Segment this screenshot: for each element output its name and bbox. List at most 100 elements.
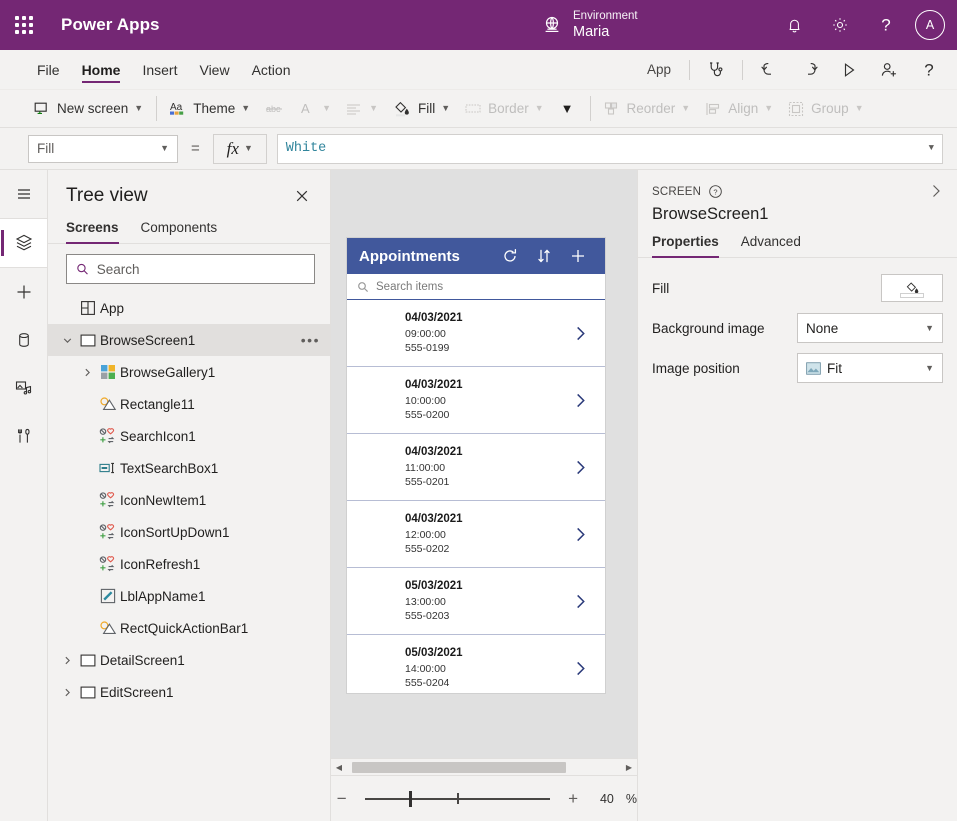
tree-caret-toggle[interactable] — [58, 335, 76, 346]
tree-item-context-menu-button[interactable]: ••• — [301, 332, 320, 348]
gallery-row-chevron-right-icon[interactable] — [563, 392, 597, 409]
tab-screens[interactable]: Screens — [66, 216, 119, 243]
gallery-row-time: 14:00:00 — [405, 662, 563, 676]
expand-panel-button[interactable] — [927, 182, 945, 200]
fx-button[interactable]: fx ▼ — [213, 134, 267, 164]
tree-item-detailscreen1[interactable]: DetailScreen1 — [48, 644, 330, 676]
ribbon-toolbar: New screen ▼ Aa Theme ▼ abc — [0, 90, 957, 128]
background-image-dropdown[interactable]: None ▼ — [797, 313, 943, 343]
gallery-row[interactable]: 04/03/202109:00:00555-0199 — [347, 300, 605, 367]
tree-caret-toggle[interactable] — [78, 367, 96, 378]
fill-property-label: Fill — [652, 281, 881, 296]
zoom-in-button[interactable]: + — [562, 790, 584, 807]
zoom-slider[interactable] — [365, 789, 551, 809]
menu-item-insert[interactable]: Insert — [131, 50, 188, 89]
tree-item-iconsortupdown1[interactable]: IconSortUpDown1 — [48, 516, 330, 548]
tree-item-rectquickactionbar1[interactable]: RectQuickActionBar1 — [48, 612, 330, 644]
tree-item-editscreen1[interactable]: EditScreen1 — [48, 676, 330, 708]
add-icon — [569, 247, 587, 265]
tree-caret-toggle[interactable] — [58, 687, 76, 698]
scroll-thumb[interactable] — [352, 762, 566, 773]
rail-media[interactable] — [0, 364, 47, 412]
help-button[interactable]: ? — [863, 0, 909, 50]
rail-tree-view[interactable] — [0, 219, 47, 267]
chevron-down-icon: ▼ — [244, 144, 253, 153]
close-button[interactable] — [290, 184, 314, 208]
tab-properties[interactable]: Properties — [652, 234, 719, 257]
image-position-dropdown[interactable]: Fit ▼ — [797, 353, 943, 383]
scroll-left-icon[interactable]: ◀ — [331, 763, 347, 772]
gallery-row[interactable]: 05/03/202113:00:00555-0203 — [347, 568, 605, 635]
rail-advanced-tools[interactable] — [0, 412, 47, 460]
rail-menu-toggle[interactable] — [0, 170, 47, 218]
add-button[interactable] — [561, 247, 595, 265]
property-selector[interactable]: Fill ▼ — [28, 135, 178, 163]
app-preview[interactable]: Appointments — [347, 238, 605, 693]
tree-caret-toggle[interactable] — [58, 655, 76, 666]
app-launcher-button[interactable] — [0, 16, 48, 34]
tree-item-browsegallery1[interactable]: BrowseGallery1 — [48, 356, 330, 388]
gallery-row-chevron-right-icon[interactable] — [563, 660, 597, 677]
menu-item-home[interactable]: Home — [71, 50, 132, 89]
zoom-slider-thumb[interactable] — [409, 791, 412, 807]
gallery-icon — [96, 364, 120, 380]
zoom-out-button[interactable]: − — [331, 790, 353, 807]
app-title: Appointments — [359, 248, 493, 265]
undo-button[interactable] — [749, 50, 789, 89]
tree-item-iconrefresh1[interactable]: IconRefresh1 — [48, 548, 330, 580]
tree-search-input[interactable] — [97, 262, 305, 277]
image-position-label: Image position — [652, 361, 797, 376]
tab-components[interactable]: Components — [141, 216, 218, 243]
refresh-button[interactable] — [493, 247, 527, 265]
product-brand[interactable]: Power Apps — [48, 15, 160, 35]
canvas-horizontal-scrollbar[interactable]: ◀ ▶ — [331, 758, 637, 775]
tree-item-app[interactable]: App — [48, 292, 330, 324]
tree-item-textsearchbox1[interactable]: TextSearchBox1 — [48, 452, 330, 484]
app-header-bar[interactable]: Appointments — [347, 238, 605, 274]
gallery-row-date: 04/03/2021 — [405, 377, 563, 394]
app-gallery[interactable]: 04/03/202109:00:00555-019904/03/202110:0… — [347, 300, 605, 693]
chevron-down-icon[interactable]: ▼ — [929, 144, 934, 153]
environment-selector[interactable]: Environment Maria — [540, 0, 638, 50]
redo-button[interactable] — [789, 50, 829, 89]
gallery-row-chevron-right-icon[interactable] — [563, 526, 597, 543]
new-screen-button[interactable]: New screen ▼ — [26, 95, 150, 123]
help-menu-button[interactable]: ? — [909, 50, 949, 89]
tree-item-rectangle11[interactable]: Rectangle11 — [48, 388, 330, 420]
rail-data[interactable] — [0, 316, 47, 364]
canvas-viewport[interactable]: Appointments — [331, 170, 637, 758]
tree-item-browsescreen1[interactable]: BrowseScreen1••• — [48, 324, 330, 356]
app-checker-button[interactable] — [696, 50, 736, 89]
rail-insert[interactable] — [0, 268, 47, 316]
gallery-row-chevron-right-icon[interactable] — [563, 325, 597, 342]
fill-color-button[interactable] — [881, 274, 943, 302]
tree-item-lblappname1[interactable]: LblAppName1 — [48, 580, 330, 612]
app-search-box[interactable]: Search items — [347, 274, 605, 300]
scroll-right-icon[interactable]: ▶ — [621, 763, 637, 772]
left-rail — [0, 170, 48, 821]
gallery-row-chevron-right-icon[interactable] — [563, 459, 597, 476]
sort-button[interactable] — [527, 247, 561, 265]
notifications-button[interactable] — [771, 0, 817, 50]
tree-search-box[interactable] — [66, 254, 315, 284]
gallery-row[interactable]: 04/03/202111:00:00555-0201 — [347, 434, 605, 501]
avatar[interactable]: A — [915, 10, 945, 40]
tree-item-iconnewitem1[interactable]: IconNewItem1 — [48, 484, 330, 516]
formula-input[interactable]: White ▼ — [277, 134, 943, 164]
ribbon-overflow-button[interactable]: ▼ — [551, 95, 584, 123]
tree-item-searchicon1[interactable]: SearchIcon1 — [48, 420, 330, 452]
gallery-row[interactable]: 05/03/202114:00:00555-0204 — [347, 635, 605, 693]
tab-advanced[interactable]: Advanced — [741, 234, 801, 257]
scroll-track[interactable] — [347, 759, 621, 776]
theme-button[interactable]: Aa Theme ▼ — [162, 95, 257, 123]
menu-item-view[interactable]: View — [188, 50, 240, 89]
share-button[interactable] — [869, 50, 909, 89]
gallery-row[interactable]: 04/03/202110:00:00555-0200 — [347, 367, 605, 434]
fill-button[interactable]: Fill ▼ — [385, 95, 457, 123]
preview-button[interactable] — [829, 50, 869, 89]
settings-button[interactable] — [817, 0, 863, 50]
menu-item-action[interactable]: Action — [241, 50, 302, 89]
menu-item-file[interactable]: File — [26, 50, 71, 89]
gallery-row[interactable]: 04/03/202112:00:00555-0202 — [347, 501, 605, 568]
gallery-row-chevron-right-icon[interactable] — [563, 593, 597, 610]
